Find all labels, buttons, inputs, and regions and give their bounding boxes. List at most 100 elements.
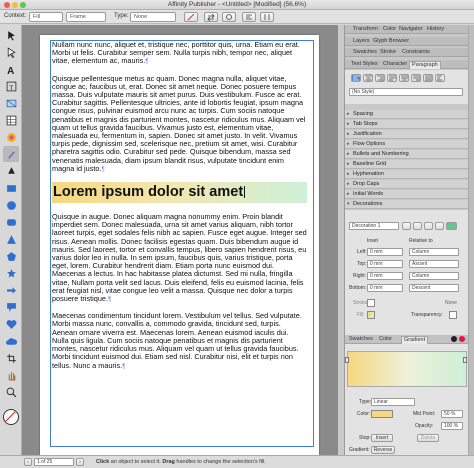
decoration-active-button[interactable] — [446, 222, 457, 230]
tab-stroke[interactable]: Stroke — [380, 49, 396, 55]
no-color-icon[interactable] — [459, 336, 465, 342]
midpoint-field[interactable]: 50 % — [441, 410, 463, 418]
tab-gradient[interactable]: Gradient — [401, 336, 429, 344]
tab-layers[interactable]: Layers — [353, 38, 370, 44]
gradient-preview[interactable] — [347, 351, 467, 387]
color-picker-icon[interactable] — [451, 336, 457, 342]
opacity-field[interactable]: 100 % — [441, 422, 463, 430]
rectangle-tool[interactable] — [3, 180, 19, 196]
ellipse-tool[interactable] — [3, 197, 19, 213]
section-bullets[interactable]: ▸ Bullets and Numbering — [345, 150, 469, 159]
text-frame-content[interactable]: Nullam nunc nunc, aliquet et, tristique … — [52, 41, 307, 379]
fill-well[interactable] — [3, 409, 19, 425]
decoration-fill-swatch[interactable] — [367, 311, 375, 319]
align-left-button[interactable] — [351, 74, 361, 82]
crop-tool[interactable] — [3, 350, 19, 366]
bottom-inset-field[interactable]: 0 mm — [367, 284, 403, 292]
align-center-button[interactable] — [363, 74, 373, 82]
artistic-text-tool[interactable]: A — [3, 61, 19, 77]
decoration-button-1[interactable] — [402, 222, 411, 230]
tab-paragraph[interactable]: Paragraph — [409, 61, 441, 69]
decorated-heading[interactable]: Lorem ipsum dolor sit amet — [52, 182, 307, 204]
tab-constraints[interactable]: Constraints — [402, 49, 430, 55]
callout-tool[interactable] — [3, 299, 19, 315]
tab-transform[interactable]: Transform — [353, 26, 378, 32]
tab-color[interactable]: Color — [383, 26, 396, 32]
tab-navigator[interactable]: Navigator — [399, 26, 423, 32]
fill-dropdown[interactable]: Fill — [29, 12, 63, 22]
transparency-swatch[interactable] — [449, 311, 457, 319]
decoration-button-3[interactable] — [424, 222, 433, 230]
node-tool[interactable] — [3, 44, 19, 60]
right-relative-dropdown[interactable]: Column — [409, 272, 459, 280]
prev-page-button[interactable]: ‹ — [24, 458, 32, 466]
section-spacing[interactable]: ▸ Spacing — [345, 110, 469, 119]
section-initial-words[interactable]: ▸ Initial Words — [345, 190, 469, 199]
section-flow-options[interactable]: ▸ Flow Options — [345, 140, 469, 149]
frame-text-tool[interactable]: T — [3, 78, 19, 94]
arrow-tool[interactable] — [3, 282, 19, 298]
delete-stop-button[interactable]: Delete — [417, 434, 439, 442]
top-relative-dropdown[interactable]: Ascent — [409, 260, 459, 268]
fill-tool[interactable] — [3, 129, 19, 145]
section-baseline-grid[interactable]: ▸ Baseline Grid — [345, 160, 469, 169]
gradient-type-dropdown[interactable]: Linear — [371, 398, 415, 406]
stroke-swatch[interactable] — [367, 299, 375, 307]
reverse-gradient-button[interactable]: Reverse — [371, 446, 395, 454]
section-tab-stops[interactable]: ▸ Tab Stops — [345, 120, 469, 129]
swap-colors-button[interactable] — [204, 12, 218, 22]
justify-all-button[interactable] — [423, 74, 433, 82]
decoration-dropdown[interactable]: Decoration 1 — [349, 222, 399, 230]
tab-character[interactable]: Character — [383, 61, 407, 67]
section-justification[interactable]: ▸ Justification — [345, 130, 469, 139]
align-right-button[interactable] — [375, 74, 385, 82]
left-relative-dropdown[interactable]: Column — [409, 248, 459, 256]
section-decorations[interactable]: ▾ Decorations — [345, 200, 469, 209]
cloud-tool[interactable] — [3, 333, 19, 349]
frame-dropdown[interactable]: Frame — [66, 12, 106, 22]
panel-scrollbar[interactable] — [468, 25, 474, 455]
triangle-tool[interactable] — [3, 231, 19, 247]
no-fill-button[interactable] — [184, 12, 198, 22]
gradient-stop-right[interactable] — [463, 357, 467, 363]
tab-text-styles[interactable]: Text Styles — [351, 61, 378, 67]
distribute-button[interactable] — [260, 12, 274, 22]
transparency-tool[interactable] — [3, 146, 19, 162]
page-indicator[interactable]: 1 of 25 — [34, 458, 74, 466]
section-hyphenation[interactable]: ▸ Hyphenation — [345, 170, 469, 179]
bottom-relative-dropdown[interactable]: Descent — [409, 284, 459, 292]
tab-history[interactable]: History — [427, 26, 444, 32]
right-inset-field[interactable]: 0 mm — [367, 272, 403, 280]
tab-color-bottom[interactable]: Color — [379, 336, 392, 342]
view-tool[interactable] — [3, 367, 19, 383]
align-spine-button[interactable] — [435, 74, 445, 82]
align-button[interactable] — [242, 12, 256, 22]
table-tool[interactable] — [3, 112, 19, 128]
decoration-button-2[interactable] — [413, 222, 422, 230]
section-drop-caps[interactable]: ▸ Drop Caps — [345, 180, 469, 189]
decoration-button-4[interactable] — [435, 222, 444, 230]
stop-color-swatch[interactable] — [371, 410, 393, 418]
zoom-tool[interactable] — [3, 384, 19, 400]
move-tool[interactable] — [3, 27, 19, 43]
gradient-stop-left[interactable] — [345, 357, 349, 363]
type-dropdown[interactable]: None — [130, 12, 176, 22]
insert-stop-button[interactable]: Insert — [371, 434, 393, 442]
picture-frame-tool[interactable] — [3, 95, 19, 111]
justify-center-button[interactable] — [399, 74, 409, 82]
tab-glyph-browser[interactable]: Glyph Browser — [373, 38, 409, 44]
paragraph-style-dropdown[interactable]: (No Style) — [349, 88, 463, 96]
heart-tool[interactable] — [3, 316, 19, 332]
tab-swatches-bottom[interactable]: Swatches — [349, 336, 373, 342]
top-inset-field[interactable]: 0 mm — [367, 260, 403, 268]
reset-fill-button[interactable] — [222, 12, 236, 22]
left-inset-field[interactable]: 0 mm — [367, 248, 403, 256]
justify-left-button[interactable] — [387, 74, 397, 82]
rounded-rectangle-tool[interactable] — [3, 214, 19, 230]
document-canvas[interactable]: Nullam nunc nunc, aliquet et, tristique … — [22, 25, 344, 455]
star-tool[interactable] — [3, 265, 19, 281]
pen-tool[interactable] — [3, 163, 19, 179]
justify-right-button[interactable] — [411, 74, 421, 82]
tab-swatches[interactable]: Swatches — [353, 49, 377, 55]
next-page-button[interactable]: › — [76, 458, 84, 466]
